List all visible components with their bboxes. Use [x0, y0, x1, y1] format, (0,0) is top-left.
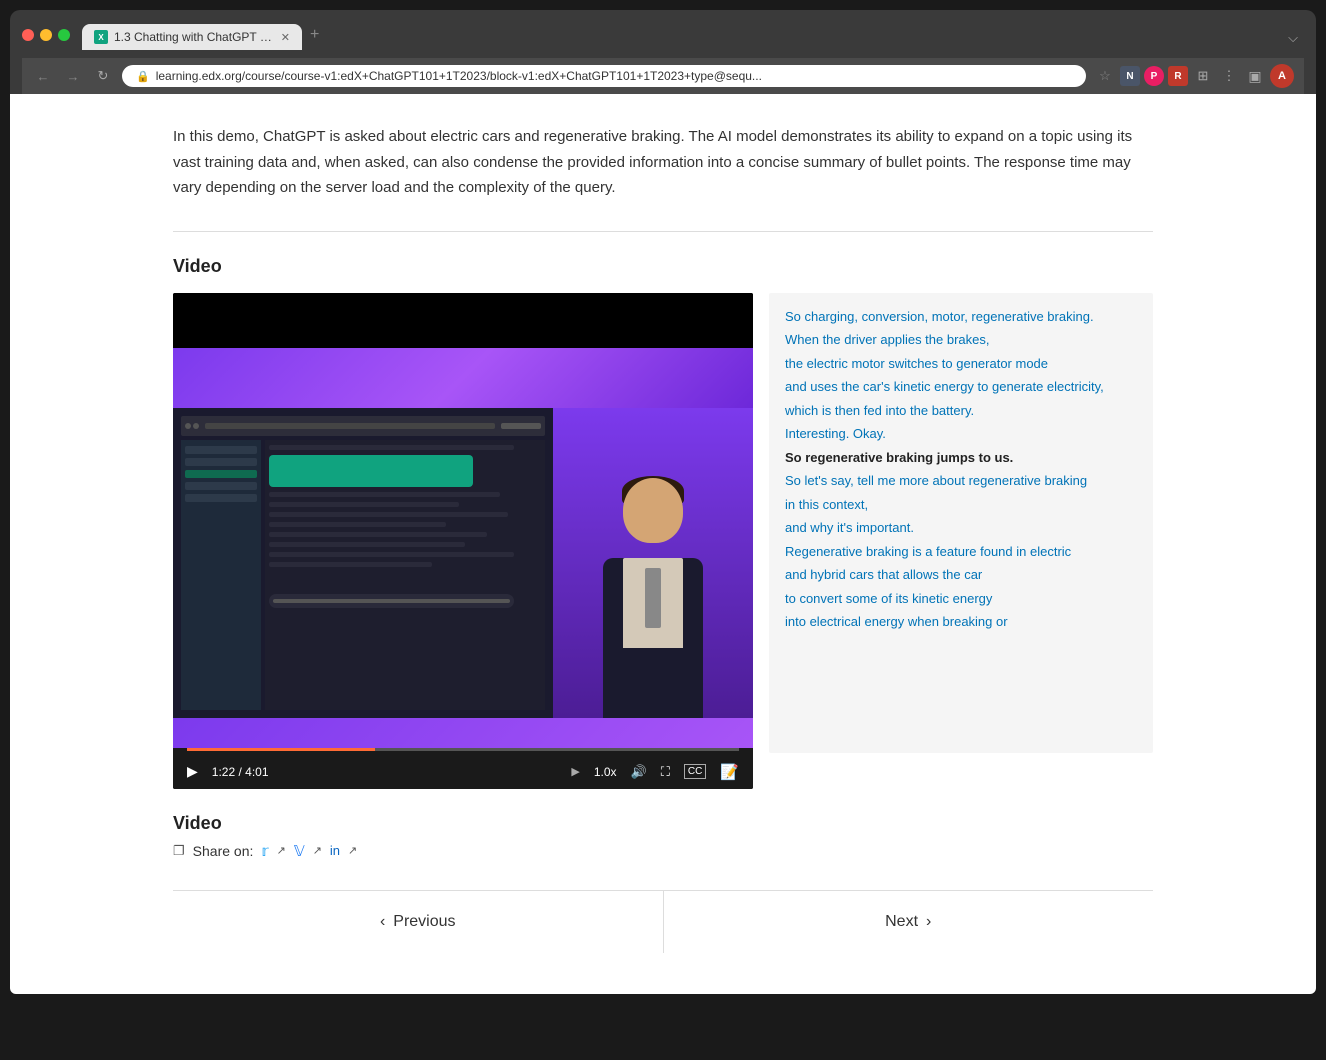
video-purple-header — [173, 348, 753, 408]
volume-button[interactable]: 🔊 — [631, 764, 647, 780]
twitter-icon[interactable]: 𝕣 — [261, 842, 268, 860]
transcript-line-8[interactable]: in this context, — [785, 495, 1137, 515]
transcript-line-9[interactable]: and why it's important. — [785, 518, 1137, 538]
extension-r-button[interactable]: R — [1168, 66, 1188, 86]
twitter-external-link[interactable]: ↗ — [277, 844, 286, 857]
tab-title: 1.3 Chatting with ChatGPT | M — [114, 30, 275, 44]
transcript-line-0[interactable]: So charging, conversion, motor, regenera… — [785, 307, 1137, 327]
next-button[interactable]: Next › — [664, 891, 1154, 953]
video-presenter — [553, 408, 753, 718]
tab-close-button[interactable]: ✕ — [281, 31, 290, 44]
reload-button[interactable]: ↻ — [92, 65, 114, 87]
navigation-buttons: ‹ Previous Next › — [173, 890, 1153, 953]
fullscreen-button[interactable]: ⛶ — [661, 764, 670, 780]
next-arrow: › — [926, 913, 931, 931]
video-main-content — [173, 408, 753, 718]
video-container: ▶ 1:22 / 4:01 ▶ 1.0x 🔊 ⛶ CC 📝 — [173, 293, 1153, 789]
transcript-line-13[interactable]: into electrical energy when breaking or — [785, 612, 1137, 632]
mock-ui-bar — [181, 416, 545, 436]
sidebar-button[interactable]: ▣ — [1244, 65, 1266, 87]
mock-dot-1 — [185, 423, 191, 429]
presenter-figure — [573, 458, 733, 718]
url-text: learning.edx.org/course/course-v1:edX+Ch… — [156, 69, 762, 83]
video-player[interactable]: ▶ 1:22 / 4:01 ▶ 1.0x 🔊 ⛶ CC 📝 — [173, 293, 753, 789]
previous-button[interactable]: ‹ Previous — [173, 891, 664, 953]
linkedin-icon[interactable]: in — [330, 843, 340, 858]
forward-button[interactable]: → — [62, 65, 84, 87]
transcript-panel: So charging, conversion, motor, regenera… — [769, 293, 1153, 753]
minimize-button[interactable] — [40, 29, 52, 41]
previous-label: Previous — [393, 913, 455, 931]
facebook-icon[interactable]: 𝕍 — [294, 842, 305, 860]
video-player-wrapper: ▶ 1:22 / 4:01 ▶ 1.0x 🔊 ⛶ CC 📝 — [173, 293, 753, 789]
transcript-line-4[interactable]: which is then fed into the battery. — [785, 401, 1137, 421]
share-label: Share on: — [193, 843, 254, 859]
presenter-body — [603, 558, 703, 718]
progress-bar[interactable] — [187, 748, 739, 751]
mock-dot-2 — [193, 423, 199, 429]
tab-bar: X 1.3 Chatting with ChatGPT | M ✕ + ⌵ — [82, 20, 1304, 50]
video-screen-content — [173, 408, 553, 718]
speed-button[interactable]: 1.0x — [594, 765, 617, 779]
maximize-button[interactable] — [58, 29, 70, 41]
share-icon: ❐ — [173, 843, 185, 859]
extension-n-button[interactable]: N — [1120, 66, 1140, 86]
browser-menu-button[interactable]: ⌵ — [1282, 26, 1304, 50]
transcript-line-12[interactable]: to convert some of its kinetic energy — [785, 589, 1137, 609]
intro-paragraph: In this demo, ChatGPT is asked about ele… — [173, 124, 1153, 201]
traffic-lights — [22, 29, 70, 41]
transcript-button[interactable]: 📝 — [720, 763, 739, 781]
play-button[interactable]: ▶ — [187, 763, 198, 780]
next-label: Next — [885, 913, 918, 931]
share-row: ❐ Share on: 𝕣 ↗ 𝕍 ↗ in ↗ — [173, 842, 1153, 860]
new-tab-button[interactable]: + — [302, 20, 327, 50]
speed-indicator: ▶ — [571, 765, 579, 778]
video-progress-row — [173, 748, 753, 755]
cc-button[interactable]: CC — [684, 764, 706, 779]
extension-p-button[interactable]: P — [1144, 66, 1164, 86]
address-bar[interactable]: 🔒 learning.edx.org/course/course-v1:edX+… — [122, 65, 1086, 87]
active-tab[interactable]: X 1.3 Chatting with ChatGPT | M ✕ — [82, 24, 302, 50]
transcript-line-10[interactable]: Regenerative braking is a feature found … — [785, 542, 1137, 562]
transcript-line-3[interactable]: and uses the car's kinetic energy to gen… — [785, 377, 1137, 397]
facebook-external-link[interactable]: ↗ — [313, 844, 322, 857]
mock-sidebar — [181, 440, 261, 710]
video-section-label: Video — [173, 256, 1153, 277]
video-purple-bottom — [173, 718, 753, 748]
extensions-button[interactable]: ⊞ — [1192, 65, 1214, 87]
video-label-below: Video — [173, 813, 1153, 834]
previous-arrow: ‹ — [380, 913, 385, 931]
close-button[interactable] — [22, 29, 34, 41]
video-black-top — [173, 293, 753, 348]
back-button[interactable]: ← — [32, 65, 54, 87]
time-display: 1:22 / 4:01 — [212, 765, 269, 779]
section-divider — [173, 231, 1153, 232]
profile-avatar[interactable]: A — [1270, 64, 1294, 88]
transcript-line-6[interactable]: So regenerative braking jumps to us. — [785, 448, 1137, 468]
transcript-line-1[interactable]: When the driver applies the brakes, — [785, 330, 1137, 350]
tab-favicon: X — [94, 30, 108, 44]
presenter-head — [623, 478, 683, 543]
more-button[interactable]: ⋮ — [1218, 65, 1240, 87]
transcript-line-2[interactable]: the electric motor switches to generator… — [785, 354, 1137, 374]
security-icon: 🔒 — [136, 70, 150, 83]
transcript-line-5[interactable]: Interesting. Okay. — [785, 424, 1137, 444]
linkedin-external-link[interactable]: ↗ — [348, 844, 357, 857]
transcript-line-7[interactable]: So let's say, tell me more about regener… — [785, 471, 1137, 491]
mock-chat-area — [265, 440, 545, 710]
video-controls: ▶ 1:22 / 4:01 ▶ 1.0x 🔊 ⛶ CC 📝 — [173, 755, 753, 789]
bookmark-button[interactable]: ☆ — [1094, 65, 1116, 87]
transcript-line-11[interactable]: and hybrid cars that allows the car — [785, 565, 1137, 585]
progress-bar-fill — [187, 748, 375, 751]
